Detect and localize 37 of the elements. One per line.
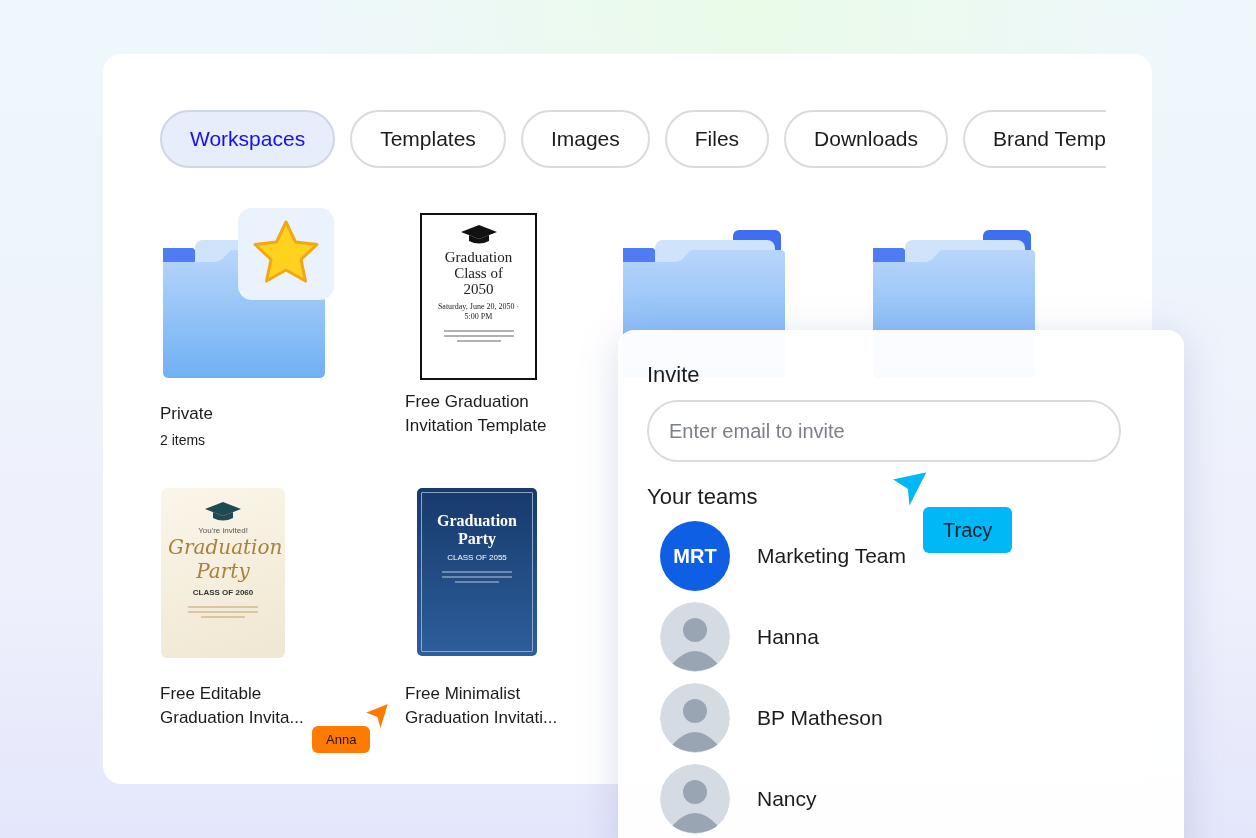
panel-title: Invite: [647, 362, 701, 388]
item-count: 2 items: [160, 432, 207, 448]
member-name[interactable]: Hanna: [757, 625, 819, 649]
preview-text: CLASS OF 2060: [191, 588, 255, 598]
document-title: Free Graduation Invitation Template: [405, 391, 548, 437]
tab[interactable]: Templates: [350, 110, 506, 168]
text-lines-drawing: [443, 330, 514, 342]
preview-heading: Graduation Class of 2050: [443, 249, 514, 297]
tab[interactable]: Downloads: [784, 110, 948, 168]
document-thumbnail[interactable]: Graduation Party CLASS OF 2055: [417, 488, 537, 656]
document-thumbnail[interactable]: Graduation Class of 2050 Saturday, June 20, 2050 · 5:00 PM: [420, 213, 537, 380]
avatar-icon: [660, 602, 730, 672]
tab[interactable]: Brand Temp: [963, 110, 1106, 168]
email-field[interactable]: Enter email to invite: [647, 400, 1121, 462]
document-title: Free Editable Graduation Invita...: [160, 683, 305, 729]
document-title: Free Minimalist Graduation Invitati...: [405, 683, 559, 729]
section-heading: Your teams: [647, 484, 759, 510]
preview-text: Saturday, June 20, 2050 · 5:00 PM: [436, 302, 521, 322]
team-avatar: MRT: [660, 521, 730, 591]
tab[interactable]: Files: [664, 110, 770, 168]
preview-text: You're invited!: [198, 526, 248, 535]
text-lines-drawing: [442, 571, 512, 583]
member-name[interactable]: Nancy: [757, 787, 817, 811]
avatar-icon: [660, 683, 730, 753]
preview-heading: Graduation Party: [436, 512, 518, 548]
folder-name: Private: [160, 403, 214, 425]
tab[interactable]: Images: [520, 110, 650, 168]
text-lines-drawing: [188, 606, 258, 618]
cursor-name-tag: Anna: [312, 726, 371, 753]
tab[interactable]: Workspaces: [160, 110, 336, 168]
document-thumbnail[interactable]: You're invited! Graduation Party CLASS OF 2060: [161, 488, 285, 658]
graduation-cap-icon: [203, 500, 243, 522]
cursor-name-tag: Tracy: [923, 507, 1013, 553]
avatar-icon: [660, 764, 730, 834]
preview-text: CLASS OF 2055: [446, 553, 508, 563]
member-name[interactable]: Marketing Team: [757, 544, 906, 568]
member-name[interactable]: BP Matheson: [757, 706, 883, 730]
